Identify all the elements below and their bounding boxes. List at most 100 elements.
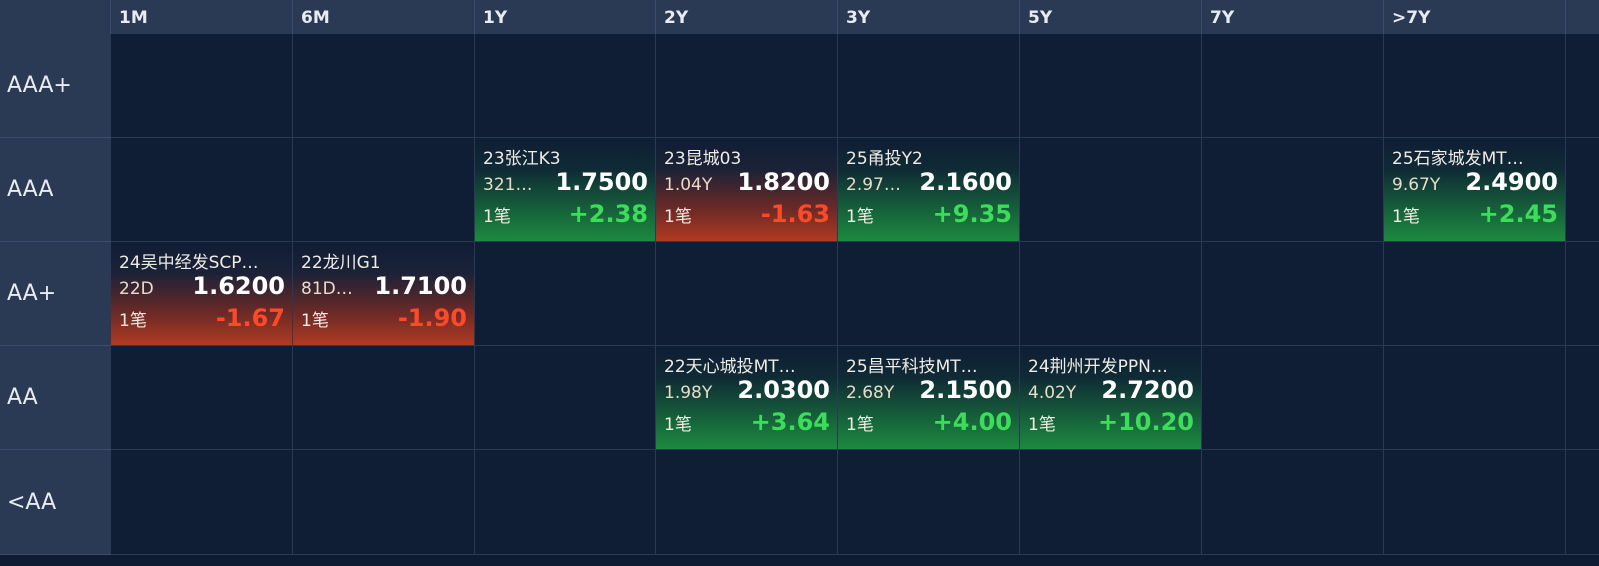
matrix-cell[interactable] <box>1384 450 1566 555</box>
remaining-term: 1.98Y <box>664 383 713 403</box>
matrix-cell[interactable]: 24吴中经发SCP… 22D 1.6200 1笔 -1.67 <box>111 242 293 346</box>
column-header-5[interactable]: 5Y <box>1020 0 1202 34</box>
row-header-3[interactable]: AA <box>0 346 111 450</box>
matrix-cell[interactable] <box>475 242 656 346</box>
matrix-cell[interactable] <box>1020 138 1202 242</box>
matrix-cell[interactable] <box>293 138 475 242</box>
rating-tenor-matrix: 1M 6M 1Y 2Y 3Y 5Y 7Y >7Y AAA+ AAA 23张江K3 321… 1.7500… <box>0 0 1599 566</box>
matrix-cell[interactable] <box>1384 346 1566 450</box>
matrix-cell[interactable] <box>1020 450 1202 555</box>
matrix-cell[interactable] <box>475 346 656 450</box>
yield-change: +2.45 <box>1478 200 1558 228</box>
yield-value: 1.7500 <box>555 168 648 196</box>
row-header-4[interactable]: <AA <box>0 450 111 555</box>
column-header-7[interactable]: >7Y <box>1384 0 1566 34</box>
matrix-cell[interactable] <box>1020 34 1202 138</box>
row-header-1[interactable]: AAA <box>0 138 111 242</box>
bond-quote-card[interactable]: 25甬投Y2 2.97… 2.1600 1笔 +9.35 <box>838 138 1019 241</box>
yield-change: +3.64 <box>750 408 830 436</box>
quote-middle-row: 1.04Y 1.8200 <box>664 168 830 200</box>
matrix-cell[interactable] <box>475 34 656 138</box>
yield-value: 2.1600 <box>919 168 1012 196</box>
column-header-6[interactable]: 7Y <box>1202 0 1384 34</box>
column-header-1[interactable]: 6M <box>293 0 475 34</box>
matrix-cell[interactable] <box>1202 138 1384 242</box>
quote-middle-row: 9.67Y 2.4900 <box>1392 168 1558 200</box>
scrollbar-track <box>1566 138 1599 242</box>
matrix-cell[interactable] <box>475 450 656 555</box>
column-header-0[interactable]: 1M <box>111 0 293 34</box>
column-header-2[interactable]: 1Y <box>475 0 656 34</box>
matrix-cell[interactable] <box>111 138 293 242</box>
bond-name: 25石家城发MT… <box>1392 149 1524 168</box>
trade-count: 1笔 <box>846 207 874 227</box>
quote-middle-row: 2.97… 2.1600 <box>846 168 1012 200</box>
quote-bottom-row: 1笔 -1.63 <box>664 200 830 228</box>
matrix-cell[interactable] <box>111 450 293 555</box>
matrix-cell[interactable] <box>1202 242 1384 346</box>
bond-quote-card[interactable]: 23昆城03 1.04Y 1.8200 1笔 -1.63 <box>656 138 837 241</box>
yield-change: +9.35 <box>932 200 1012 228</box>
scrollbar-track <box>1566 242 1599 346</box>
matrix-cell[interactable]: 23昆城03 1.04Y 1.8200 1笔 -1.63 <box>656 138 838 242</box>
scrollbar-track-head <box>1566 0 1599 34</box>
yield-change: -1.67 <box>215 304 285 332</box>
quote-bottom-row: 1笔 -1.67 <box>119 304 285 332</box>
scrollbar-track <box>1566 450 1599 555</box>
scrollbar-track <box>1566 346 1599 450</box>
matrix-cell[interactable] <box>838 450 1020 555</box>
yield-value: 1.6200 <box>192 272 285 300</box>
matrix-cell[interactable] <box>1384 34 1566 138</box>
row-header-0[interactable]: AAA+ <box>0 34 111 138</box>
bond-name: 24吴中经发SCP… <box>119 253 259 272</box>
matrix-cell[interactable] <box>293 34 475 138</box>
yield-value: 1.8200 <box>737 168 830 196</box>
matrix-cell[interactable]: 25甬投Y2 2.97… 2.1600 1笔 +9.35 <box>838 138 1020 242</box>
matrix-cell[interactable]: 24荆州开发PPN… 4.02Y 2.7200 1笔 +10.20 <box>1020 346 1202 450</box>
matrix-cell[interactable] <box>838 242 1020 346</box>
matrix-cell[interactable] <box>1202 450 1384 555</box>
bond-quote-card[interactable]: 22龙川G1 81D… 1.7100 1笔 -1.90 <box>293 242 474 345</box>
quote-bottom-row: 1笔 -1.90 <box>301 304 467 332</box>
remaining-term: 4.02Y <box>1028 383 1077 403</box>
column-header-4[interactable]: 3Y <box>838 0 1020 34</box>
quote-bottom-row: 1笔 +2.45 <box>1392 200 1558 228</box>
matrix-cell[interactable]: 25昌平科技MT… 2.68Y 2.1500 1笔 +4.00 <box>838 346 1020 450</box>
bond-quote-card[interactable]: 23张江K3 321… 1.7500 1笔 +2.38 <box>475 138 655 241</box>
bond-quote-card[interactable]: 22天心城投MT… 1.98Y 2.0300 1笔 +3.64 <box>656 346 837 449</box>
matrix-cell[interactable] <box>1384 242 1566 346</box>
matrix-cell[interactable] <box>838 34 1020 138</box>
bond-name: 25甬投Y2 <box>846 149 923 168</box>
matrix-cell[interactable] <box>1202 346 1384 450</box>
column-header-3[interactable]: 2Y <box>656 0 838 34</box>
yield-value: 2.0300 <box>737 376 830 404</box>
matrix-cell[interactable]: 22天心城投MT… 1.98Y 2.0300 1笔 +3.64 <box>656 346 838 450</box>
remaining-term: 2.68Y <box>846 383 895 403</box>
matrix-cell[interactable] <box>293 346 475 450</box>
scrollbar-track <box>1566 34 1599 138</box>
matrix-cell[interactable]: 25石家城发MT… 9.67Y 2.4900 1笔 +2.45 <box>1384 138 1566 242</box>
matrix-cell[interactable] <box>111 346 293 450</box>
remaining-term: 1.04Y <box>664 175 713 195</box>
quote-middle-row: 81D… 1.7100 <box>301 272 467 304</box>
remaining-term: 22D <box>119 279 154 299</box>
remaining-term: 2.97… <box>846 175 901 195</box>
bond-quote-card[interactable]: 25昌平科技MT… 2.68Y 2.1500 1笔 +4.00 <box>838 346 1019 449</box>
bond-quote-card[interactable]: 25石家城发MT… 9.67Y 2.4900 1笔 +2.45 <box>1384 138 1565 241</box>
quote-middle-row: 4.02Y 2.7200 <box>1028 376 1194 408</box>
matrix-cell[interactable]: 23张江K3 321… 1.7500 1笔 +2.38 <box>475 138 656 242</box>
matrix-cell[interactable] <box>1020 242 1202 346</box>
matrix-cell[interactable] <box>1202 34 1384 138</box>
matrix-cell[interactable] <box>656 242 838 346</box>
matrix-cell[interactable] <box>111 34 293 138</box>
trade-count: 1笔 <box>1028 415 1056 435</box>
matrix-cell[interactable]: 22龙川G1 81D… 1.7100 1笔 -1.90 <box>293 242 475 346</box>
bond-quote-card[interactable]: 24荆州开发PPN… 4.02Y 2.7200 1笔 +10.20 <box>1020 346 1201 449</box>
remaining-term: 81D… <box>301 279 353 299</box>
bond-quote-card[interactable]: 24吴中经发SCP… 22D 1.6200 1笔 -1.67 <box>111 242 292 345</box>
yield-change: +4.00 <box>932 408 1012 436</box>
matrix-cell[interactable] <box>656 34 838 138</box>
matrix-cell[interactable] <box>293 450 475 555</box>
matrix-cell[interactable] <box>656 450 838 555</box>
row-header-2[interactable]: AA+ <box>0 242 111 346</box>
